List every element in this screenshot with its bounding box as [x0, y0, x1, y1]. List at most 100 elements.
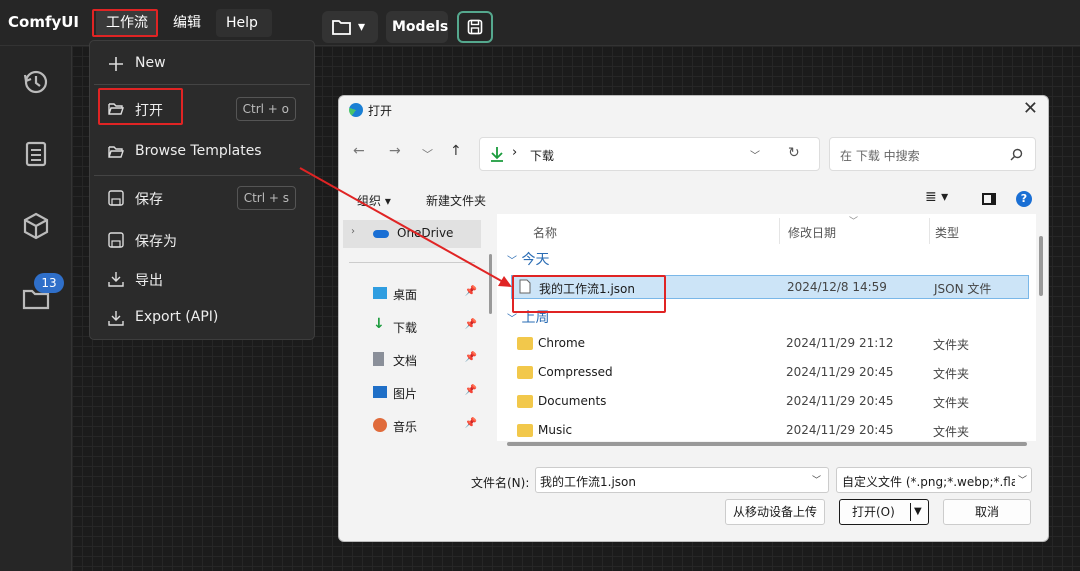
nav-item-label: 桌面 — [393, 288, 418, 302]
pin-icon[interactable]: 📌 — [465, 286, 477, 297]
nav-item-label: 下载 — [393, 321, 418, 335]
file-name: Chrome — [538, 336, 586, 350]
folder-open-icon — [108, 146, 124, 158]
vertical-scrollbar[interactable] — [1039, 236, 1043, 296]
column-header-date[interactable]: 修改日期 — [788, 224, 836, 241]
open-button-label: 打开(O) — [852, 505, 895, 519]
nav-item-label: 图片 — [393, 387, 418, 401]
file-type: 文件夹 — [933, 338, 970, 352]
up-icon[interactable]: ↑ — [450, 143, 462, 159]
filetype-value: 自定义文件 (*.png;*.webp;*.fla — [842, 475, 1019, 489]
nav-item-pictures[interactable]: 图片 📌 — [347, 378, 483, 408]
file-row[interactable]: Compressed 2024/11/29 20:45 文件夹 — [511, 361, 1029, 385]
models-button[interactable]: Models — [386, 11, 448, 43]
menu-edit[interactable]: 编辑 — [163, 9, 211, 37]
divider — [94, 175, 310, 176]
save-button[interactable] — [457, 11, 493, 43]
help-icon[interactable]: ? — [1016, 191, 1032, 207]
nav-item-label: OneDrive — [397, 226, 454, 240]
menu-item-browse-templates[interactable]: Browse Templates — [90, 134, 314, 170]
chevron-down-icon: ﹀ — [507, 256, 517, 267]
pin-icon[interactable]: 📌 — [465, 385, 477, 396]
divider — [349, 262, 475, 263]
nav-item-music[interactable]: 音乐 📌 — [347, 411, 483, 441]
cube-icon[interactable] — [20, 210, 52, 242]
dialog-title: 打开 — [368, 104, 393, 118]
file-row[interactable]: Chrome 2024/11/29 21:12 文件夹 — [511, 332, 1029, 356]
menu-help[interactable]: Help — [216, 9, 272, 37]
nav-scrollbar[interactable] — [489, 254, 492, 314]
folder-icon — [332, 20, 351, 35]
group-label: 今天 — [521, 252, 550, 268]
chevron-right-icon: › — [512, 145, 518, 160]
search-input[interactable]: 在 下载 中搜索 — [829, 137, 1036, 171]
file-row[interactable]: Music 2024/11/29 20:45 文件夹 — [511, 419, 1029, 441]
chevron-down-icon[interactable]: ▼ — [914, 500, 922, 524]
column-header-name[interactable]: 名称 — [533, 224, 557, 241]
close-icon[interactable]: ✕ — [1023, 98, 1038, 119]
column-header-type[interactable]: 类型 — [935, 224, 959, 241]
address-bar[interactable]: › 下载 ﹀ ↻ — [479, 137, 820, 171]
menu-item-export-api[interactable]: Export (API) — [90, 300, 314, 336]
pin-icon[interactable]: 📌 — [465, 418, 477, 429]
document-icon[interactable] — [20, 138, 52, 170]
nav-item-downloads[interactable]: ↓ 下载 📌 — [347, 312, 483, 342]
new-folder-button[interactable]: 新建文件夹 — [426, 192, 486, 209]
download-icon — [108, 272, 124, 287]
preview-pane-icon[interactable] — [982, 193, 996, 205]
edge-logo-icon — [349, 103, 363, 117]
forward-icon[interactable]: → — [389, 143, 401, 159]
filename-field[interactable]: 我的工作流1.json ﹀ — [535, 467, 829, 493]
file-type: 文件夹 — [933, 367, 970, 381]
chevron-down-icon[interactable]: ﹀ — [750, 147, 760, 162]
chevron-right-icon: › — [351, 226, 355, 237]
menu-item-export[interactable]: 导出 — [90, 261, 314, 297]
pin-icon[interactable]: 📌 — [465, 319, 477, 330]
nav-item-label: 音乐 — [393, 420, 418, 434]
file-name: Compressed — [538, 365, 613, 379]
highlight-box-open — [98, 88, 183, 125]
menu-item-save-as[interactable]: 保存为 — [90, 222, 314, 258]
menu-item-save[interactable]: 保存 Ctrl + s — [90, 180, 314, 216]
save-icon — [108, 190, 124, 206]
history-icon[interactable] — [20, 66, 52, 98]
menu-item-new[interactable]: New — [90, 46, 314, 82]
back-icon[interactable]: ← — [353, 143, 365, 159]
split-divider — [910, 503, 911, 521]
chevron-down-icon[interactable]: ﹀ — [812, 473, 821, 486]
open-button[interactable]: 打开(O) ▼ — [839, 499, 929, 525]
pin-icon[interactable]: 📌 — [465, 352, 477, 363]
nav-item-desktop[interactable]: 桌面 📌 — [347, 279, 483, 309]
document-icon — [373, 352, 384, 366]
refresh-icon[interactable]: ↻ — [788, 145, 800, 161]
menu-item-label: 保存为 — [135, 234, 177, 250]
folder-icon — [517, 424, 533, 437]
menu-item-label: New — [135, 55, 166, 71]
workflows-button[interactable]: ▾ — [322, 11, 378, 43]
group-header-today[interactable]: ﹀ 今天 — [507, 249, 549, 269]
file-name: Music — [538, 423, 573, 437]
cancel-button[interactable]: 取消 — [943, 499, 1031, 525]
search-placeholder: 在 下载 中搜索 — [840, 149, 920, 163]
file-date: 2024/11/29 20:45 — [786, 365, 894, 379]
column-divider — [779, 218, 780, 244]
horizontal-scrollbar[interactable] — [507, 442, 1027, 446]
organize-button[interactable]: 组织 ▾ — [357, 192, 391, 209]
open-file-dialog: 打开 ✕ ← → ﹀ ↑ › 下载 ﹀ ↻ 在 下载 中搜索 组织 ▾ 新建文件… — [338, 95, 1049, 542]
view-options-icon[interactable]: ≣ ▾ — [925, 189, 948, 205]
sidebar: 13 — [0, 46, 72, 571]
chevron-down-icon: ﹀ — [1015, 473, 1028, 486]
workflow-dropdown: New 打开 Ctrl + o Browse Templates 保存 Ctrl… — [89, 40, 315, 340]
upload-from-device-button[interactable]: 从移动设备上传 — [725, 499, 825, 525]
filetype-select[interactable]: 自定义文件 (*.png;*.webp;*.fla ﹀ — [836, 467, 1032, 493]
nav-item-onedrive[interactable]: › OneDrive — [343, 220, 481, 248]
brand-logo: ComfyUI — [8, 13, 80, 31]
file-row[interactable]: Documents 2024/11/29 20:45 文件夹 — [511, 390, 1029, 414]
file-date: 2024/11/29 21:12 — [786, 336, 894, 350]
folder-icon — [517, 366, 533, 379]
navigation-pane: › OneDrive 桌面 📌 ↓ 下载 📌 文档 📌 图片 📌 音乐 📌 — [339, 214, 485, 456]
search-icon — [1010, 148, 1023, 161]
chevron-down-icon[interactable]: ﹀ — [422, 146, 433, 162]
image-icon — [373, 386, 387, 398]
nav-item-documents[interactable]: 文档 📌 — [347, 345, 483, 375]
